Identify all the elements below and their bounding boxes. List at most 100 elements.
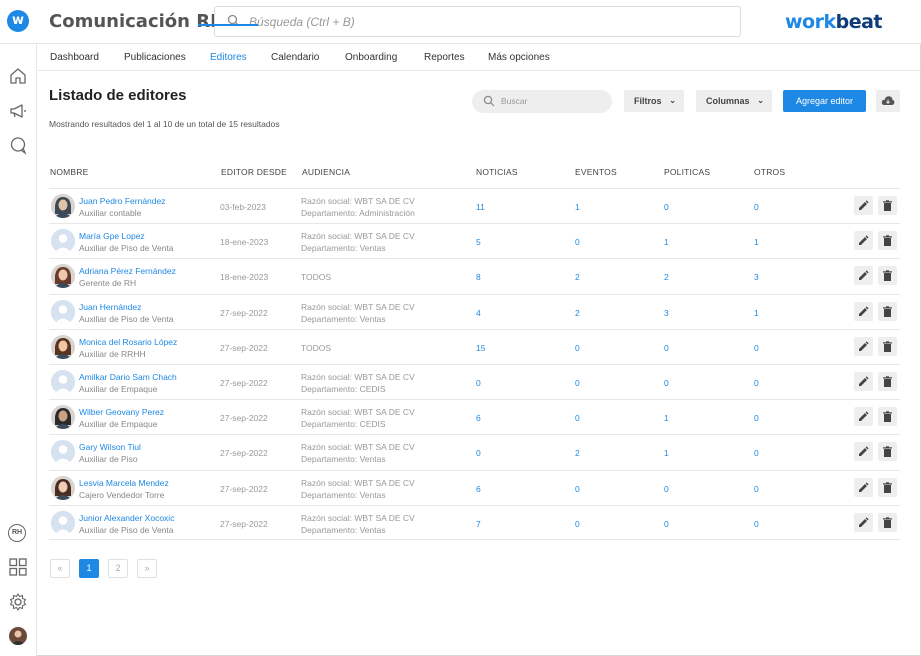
user-avatar[interactable] (9, 627, 27, 645)
eventos-count-link[interactable]: 2 (575, 272, 580, 282)
editor-name-link[interactable]: Wilber Geovany Perez (79, 407, 164, 417)
politicas-count-link[interactable]: 0 (664, 484, 669, 494)
delete-button[interactable] (878, 336, 897, 356)
noticias-count-link[interactable]: 8 (476, 272, 481, 282)
noticias-count-link[interactable]: 15 (476, 343, 485, 353)
noticias-count-link[interactable]: 0 (476, 448, 481, 458)
otros-count-link[interactable]: 0 (754, 202, 759, 212)
edit-button[interactable] (854, 301, 873, 321)
delete-button[interactable] (878, 266, 897, 286)
edit-button[interactable] (854, 407, 873, 427)
pagination-first-button[interactable]: « (50, 559, 70, 578)
tab-editores[interactable]: Editores (210, 52, 247, 63)
politicas-count-link[interactable]: 1 (664, 237, 669, 247)
edit-button[interactable] (854, 196, 873, 215)
politicas-count-link[interactable]: 0 (664, 202, 669, 212)
otros-count-link[interactable]: 1 (754, 237, 759, 247)
editor-name-link[interactable]: Amilkar Dario Sam Chach (79, 372, 177, 382)
pagination-page-2[interactable]: 2 (108, 559, 128, 578)
eventos-count-link[interactable]: 1 (575, 202, 580, 212)
tab-reportes[interactable]: Reportes (424, 52, 465, 63)
col-header-nombre[interactable]: NOMBRE (50, 167, 89, 177)
delete-button[interactable] (878, 512, 897, 532)
noticias-count-link[interactable]: 5 (476, 237, 481, 247)
col-header-eventos[interactable]: EVENTOS (575, 167, 617, 177)
eventos-count-link[interactable]: 0 (575, 519, 580, 529)
edit-button[interactable] (854, 336, 873, 356)
delete-button[interactable] (878, 231, 897, 251)
rh-icon[interactable]: RH (8, 524, 26, 542)
politicas-count-link[interactable]: 2 (664, 272, 669, 282)
otros-count-link[interactable]: 0 (754, 484, 759, 494)
gear-icon[interactable] (8, 592, 28, 612)
eventos-count-link[interactable]: 0 (575, 237, 580, 247)
noticias-count-link[interactable]: 6 (476, 484, 481, 494)
eventos-count-link[interactable]: 2 (575, 308, 580, 318)
noticias-count-link[interactable]: 11 (476, 202, 485, 212)
otros-count-link[interactable]: 0 (754, 448, 759, 458)
editor-name-link[interactable]: Monica del Rosario López (79, 337, 177, 347)
politicas-count-link[interactable]: 1 (664, 413, 669, 423)
editor-name-link[interactable]: Lesvia Marcela Mendez (79, 478, 169, 488)
col-header-audiencia[interactable]: AUDIENCIA (302, 167, 350, 177)
megaphone-icon[interactable] (8, 101, 28, 121)
eventos-count-link[interactable]: 0 (575, 484, 580, 494)
noticias-count-link[interactable]: 0 (476, 378, 481, 388)
politicas-count-link[interactable]: 1 (664, 448, 669, 458)
col-header-politicas[interactable]: POLITICAS (664, 167, 710, 177)
politicas-count-link[interactable]: 0 (664, 519, 669, 529)
otros-count-link[interactable]: 3 (754, 272, 759, 282)
filters-button[interactable]: Filtros ⌄ (624, 90, 684, 112)
otros-count-link[interactable]: 0 (754, 378, 759, 388)
editor-name-link[interactable]: Juan Pedro Fernández (79, 196, 165, 206)
grid-icon[interactable] (8, 557, 28, 577)
noticias-count-link[interactable]: 4 (476, 308, 481, 318)
editor-name-link[interactable]: María Gpe Lopez (79, 231, 145, 241)
noticias-count-link[interactable]: 7 (476, 519, 481, 529)
politicas-count-link[interactable]: 3 (664, 308, 669, 318)
edit-button[interactable] (854, 442, 873, 462)
chat-icon[interactable] (8, 135, 28, 155)
home-icon[interactable] (8, 66, 28, 86)
edit-button[interactable] (854, 372, 873, 391)
otros-count-link[interactable]: 0 (754, 343, 759, 353)
edit-button[interactable] (854, 512, 873, 532)
tab-calendario[interactable]: Calendario (271, 52, 319, 63)
app-logo-icon[interactable]: w (7, 10, 29, 32)
eventos-count-link[interactable]: 0 (575, 343, 580, 353)
edit-button[interactable] (854, 231, 873, 251)
tab-dashboard[interactable]: Dashboard (50, 52, 99, 63)
delete-button[interactable] (878, 372, 897, 391)
editor-name-link[interactable]: Junior Alexander Xocoxic (79, 513, 174, 523)
download-button[interactable] (876, 90, 900, 112)
pagination-last-button[interactable]: » (137, 559, 157, 578)
col-header-otros[interactable]: OTROS (754, 167, 785, 177)
tab-mas-opciones[interactable]: Más opciones (488, 52, 550, 63)
delete-button[interactable] (878, 196, 897, 215)
delete-button[interactable] (878, 301, 897, 321)
politicas-count-link[interactable]: 0 (664, 343, 669, 353)
editor-name-link[interactable]: Adriana Pérez Fernández (79, 266, 176, 276)
col-header-noticias[interactable]: NOTICIAS (476, 167, 518, 177)
eventos-count-link[interactable]: 0 (575, 378, 580, 388)
editor-search-input[interactable]: Buscar (472, 90, 612, 113)
eventos-count-link[interactable]: 0 (575, 413, 580, 423)
pagination-page-1[interactable]: 1 (79, 559, 99, 578)
otros-count-link[interactable]: 0 (754, 413, 759, 423)
otros-count-link[interactable]: 0 (754, 519, 759, 529)
delete-button[interactable] (878, 477, 897, 497)
add-editor-button[interactable]: Agregar editor (783, 90, 866, 112)
politicas-count-link[interactable]: 0 (664, 378, 669, 388)
editor-name-link[interactable]: Gary Wilson Tiul (79, 442, 141, 452)
global-search-input[interactable]: Búsqueda (Ctrl + B) (214, 6, 741, 37)
tab-onboarding[interactable]: Onboarding (345, 52, 397, 63)
eventos-count-link[interactable]: 2 (575, 448, 580, 458)
otros-count-link[interactable]: 1 (754, 308, 759, 318)
tab-publicaciones[interactable]: Publicaciones (124, 52, 186, 63)
noticias-count-link[interactable]: 6 (476, 413, 481, 423)
edit-button[interactable] (854, 266, 873, 286)
editor-name-link[interactable]: Juan Hernández (79, 302, 141, 312)
delete-button[interactable] (878, 407, 897, 427)
delete-button[interactable] (878, 442, 897, 462)
columns-button[interactable]: Columnas ⌄ (696, 90, 772, 112)
